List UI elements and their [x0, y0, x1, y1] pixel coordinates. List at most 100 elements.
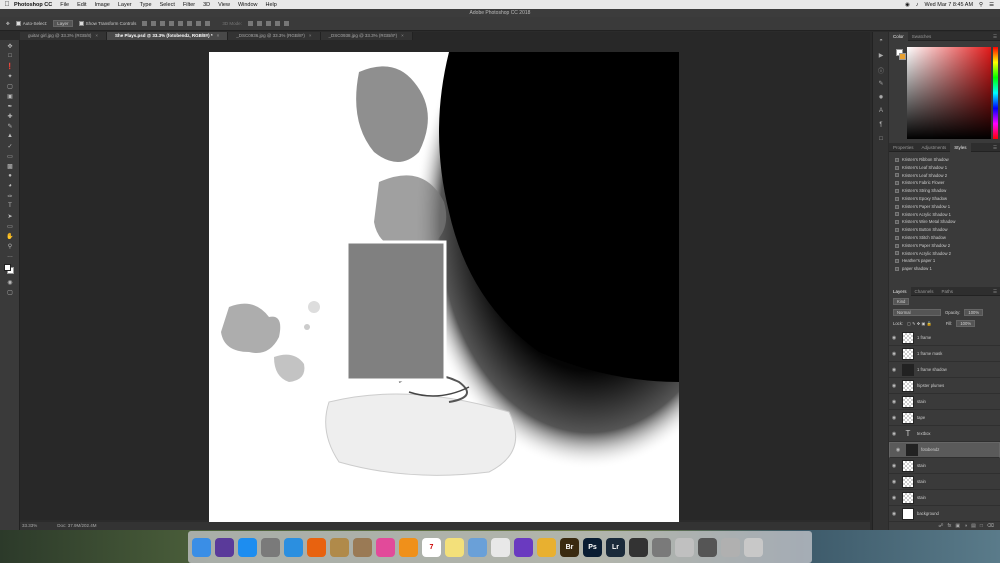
healing-tool-icon[interactable]: ✚: [5, 112, 15, 120]
kind-filter-dropdown[interactable]: Kind: [893, 298, 910, 305]
eye-icon[interactable]: ◉: [889, 415, 899, 421]
lasso-tool-icon[interactable]: ❗: [5, 62, 15, 70]
close-icon[interactable]: ×: [217, 33, 220, 38]
eye-icon[interactable]: ◉: [889, 335, 899, 341]
app-store-icon[interactable]: [238, 537, 257, 557]
eye-icon[interactable]: ◉: [889, 383, 899, 389]
imovie-icon[interactable]: [514, 537, 533, 557]
pen-tool-icon[interactable]: ✑: [5, 192, 15, 200]
menu-layer[interactable]: Layer: [118, 2, 132, 8]
history-icon[interactable]: ◓: [877, 38, 885, 46]
firefox-icon[interactable]: [307, 537, 326, 557]
textedit-icon[interactable]: [491, 537, 510, 557]
zoom-level[interactable]: 33.33%: [22, 522, 37, 530]
more-tools-icon[interactable]: …: [5, 252, 15, 260]
align-middle-icon[interactable]: [151, 21, 157, 26]
eye-icon[interactable]: ◉: [889, 399, 899, 405]
paragraph-icon[interactable]: ¶: [877, 122, 885, 130]
tab-dsc0938[interactable]: _DSC0938.jpg @ 33.3% (RGB/8*) ×: [320, 32, 413, 40]
tab-properties[interactable]: Properties: [889, 143, 918, 152]
system-preferences-icon[interactable]: [652, 537, 671, 557]
character-icon[interactable]: A: [877, 108, 885, 116]
layer-row[interactable]: ◉ 1 frame shadow: [889, 362, 1000, 378]
lightroom-icon[interactable]: Lr: [606, 537, 625, 557]
calendar-icon[interactable]: 7: [422, 537, 441, 557]
auto-select-checkbox[interactable]: Auto-Select:: [15, 21, 47, 27]
siri-icon[interactable]: [215, 537, 234, 557]
hand-tool-icon[interactable]: ✋: [5, 232, 15, 240]
tab-dsc0936[interactable]: _DSC0936.jpg @ 33.3% (RGB/8*) ×: [228, 32, 321, 40]
menu-edit[interactable]: Edit: [77, 2, 86, 8]
move-tool-icon[interactable]: ✥: [6, 21, 10, 27]
menu-view[interactable]: View: [218, 2, 230, 8]
itunes-icon[interactable]: [376, 537, 395, 557]
link-icon[interactable]: ☍: [938, 523, 943, 529]
list-item[interactable]: paper shadow 1: [895, 265, 995, 273]
photo-frame[interactable]: [345, 240, 447, 382]
opacity-field[interactable]: 100%: [964, 309, 984, 316]
menu-type[interactable]: Type: [140, 2, 152, 8]
brush-settings-icon[interactable]: ✎: [877, 80, 885, 88]
camera-icon[interactable]: [629, 537, 648, 557]
finder-icon[interactable]: [192, 537, 211, 557]
quick-mask-icon[interactable]: ◉: [5, 278, 15, 286]
document-canvas[interactable]: [209, 52, 679, 522]
preview-icon[interactable]: [468, 537, 487, 557]
info-icon[interactable]: ⓘ: [877, 66, 885, 75]
eraser-tool-icon[interactable]: ▭: [5, 152, 15, 160]
volume-icon[interactable]: ♪: [916, 2, 919, 8]
dodge-tool-icon[interactable]: ◕: [5, 182, 15, 190]
eye-icon[interactable]: ◉: [889, 351, 899, 357]
move-tool-icon[interactable]: ✥: [5, 42, 15, 50]
eye-icon[interactable]: ◉: [889, 431, 899, 437]
layer-row[interactable]: ◉ stain: [889, 474, 1000, 490]
panel-menu-icon[interactable]: ☰: [989, 32, 1000, 41]
tab-adjustments[interactable]: Adjustments: [918, 143, 951, 152]
layer-row[interactable]: ◉ hipster plumes: [889, 378, 1000, 394]
actions-icon[interactable]: ▶: [877, 52, 885, 60]
3d-roll-icon[interactable]: [256, 21, 262, 26]
adjustment-icon[interactable]: ◑: [964, 523, 967, 529]
list-item[interactable]: Kristen's Ribbon Shadow: [895, 156, 995, 164]
doc-size[interactable]: Doc: 37.9M/202.4M: [57, 522, 96, 530]
photos-icon[interactable]: [537, 537, 556, 557]
tab-color[interactable]: Color: [889, 31, 908, 41]
apple-icon[interactable]: : [0, 1, 14, 8]
photoshop-icon[interactable]: Ps: [583, 537, 602, 557]
quick-select-tool-icon[interactable]: ✦: [5, 72, 15, 80]
app-menu[interactable]: Photoshop CC: [14, 2, 52, 8]
foreground-color-swatch[interactable]: [4, 264, 11, 271]
list-item[interactable]: Kristen's Leaf Shadow 2: [895, 172, 995, 180]
menu-window[interactable]: Window: [238, 2, 258, 8]
crop-tool-icon[interactable]: ▢: [5, 82, 15, 90]
layer-row[interactable]: ◉ Ttextbox: [889, 426, 1000, 442]
fill-field[interactable]: 100%: [956, 320, 976, 327]
screen-mode-icon[interactable]: ▢: [5, 288, 15, 296]
tab-channels[interactable]: Channels: [911, 287, 938, 296]
3d-rotate-icon[interactable]: [247, 21, 253, 26]
list-item[interactable]: Kristen's String Shadow: [895, 187, 995, 195]
list-item[interactable]: Kristen's Paper Shadow 1: [895, 203, 995, 211]
folder-icon[interactable]: ▤: [971, 523, 976, 529]
eye-icon[interactable]: ◉: [889, 511, 899, 517]
notification-center-icon[interactable]: ☰: [989, 2, 994, 8]
list-item[interactable]: Kristen's Acrylic Shadow 2: [895, 250, 995, 258]
color-field[interactable]: [907, 47, 991, 139]
bridge-icon[interactable]: Br: [560, 537, 579, 557]
lock-icon[interactable]: ▢ ✎ ✥ ▣ 🔒: [907, 321, 932, 327]
list-item[interactable]: Kristen's Leaf Shadow 1: [895, 164, 995, 172]
history-brush-tool-icon[interactable]: ✓: [5, 142, 15, 150]
launchpad-icon[interactable]: [261, 537, 280, 557]
menu-image[interactable]: Image: [95, 2, 110, 8]
list-item[interactable]: Heather's paper 1: [895, 257, 995, 265]
list-item[interactable]: Kristen's Wire Metal Shadow: [895, 218, 995, 226]
contacts-icon[interactable]: [353, 537, 372, 557]
list-item[interactable]: Kristen's Fabric Flower: [895, 179, 995, 187]
stamp-tool-icon[interactable]: ▲: [5, 132, 15, 140]
trash-icon[interactable]: ⌫: [987, 523, 994, 529]
3d-slide-icon[interactable]: [274, 21, 280, 26]
layer-row[interactable]: ◉ stain: [889, 490, 1000, 506]
tab-guitar-girl[interactable]: guitar girl.jpg @ 33.3% (RGB/8) ×: [20, 32, 107, 40]
eye-icon[interactable]: ◉: [889, 367, 899, 373]
clock[interactable]: Wed Mar 7 8:45 AM: [925, 2, 974, 8]
